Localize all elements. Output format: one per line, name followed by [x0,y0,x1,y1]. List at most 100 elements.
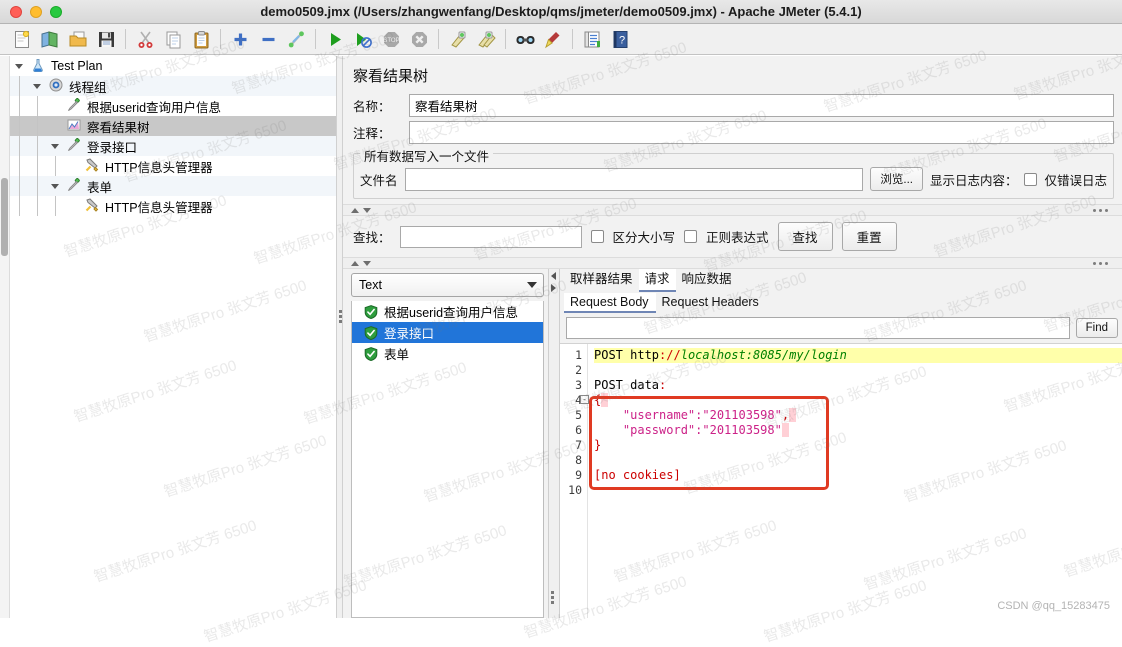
sampler-icon [64,138,84,154]
result-detail-splitter[interactable] [548,269,560,618]
tree-node[interactable]: 察看结果树 [10,116,336,136]
stop-icon[interactable]: STOP [377,26,405,52]
maximize-button[interactable] [50,5,62,18]
result-detail-splitter-grip[interactable] [550,591,555,604]
regex-checkbox[interactable] [684,230,698,243]
sample-result-item[interactable]: 表单 [352,343,543,364]
filename-input[interactable] [404,167,864,191]
cut-icon[interactable] [131,26,159,52]
tree-scrollbar[interactable] [0,56,10,618]
splitter-collapse-left-icon[interactable] [551,272,556,280]
tree-scrollbar-thumb[interactable] [1,178,8,256]
comment-input[interactable] [409,121,1114,144]
renderer-select[interactable]: Text [351,273,544,297]
code-line: "password":"201103598" [594,423,1122,438]
code-token [601,393,609,407]
browse-button[interactable]: 浏览... [870,167,923,191]
tree-node[interactable]: Test Plan [10,56,336,76]
templates-icon[interactable] [36,26,64,52]
detail-tabs[interactable]: 取样器结果 请求 响应数据 [560,265,1122,292]
save-icon[interactable] [92,26,120,52]
toggle-icon[interactable] [282,26,310,52]
sample-result-list[interactable]: 根据userid查询用户信息登录接口表单 [351,301,544,618]
collapse-arrows [343,207,371,213]
function-helper-icon[interactable] [578,26,606,52]
results-collapse-down-icon[interactable] [363,260,371,266]
request-subtabs[interactable]: Request Body Request Headers [560,292,1122,313]
results-collapse-up-icon[interactable] [351,260,359,266]
shutdown-icon[interactable] [405,26,433,52]
collapse-handle-dots[interactable] [1093,208,1108,212]
tree-expander[interactable] [10,63,28,69]
search-icon[interactable] [511,26,539,52]
tree-node-label: Test Plan [51,59,103,73]
reset-button[interactable]: 重置 [841,222,897,251]
regex-label: 正则表达式 [706,231,769,245]
expand-icon[interactable] [226,26,254,52]
close-button[interactable] [10,5,22,18]
tree-node[interactable]: HTTP信息头管理器 [10,196,336,216]
comment-row: 注释： [343,119,1122,146]
tree-expander[interactable] [28,83,46,89]
clear-icon[interactable] [444,26,472,52]
code-find-button[interactable]: Find [1075,318,1118,338]
clear-all-icon[interactable] [472,26,500,52]
request-subtab[interactable]: Request Headers [656,293,766,313]
tree-node[interactable]: 登录接口 [10,136,336,156]
new-icon[interactable] [8,26,36,52]
case-sensitive-checkbox[interactable] [590,230,604,243]
tree-node-label: 察看结果树 [87,120,150,135]
errors-only-checkbox[interactable] [1024,172,1038,186]
search-input[interactable] [399,225,582,248]
code-line: POST data: [594,378,1122,393]
detail-tab[interactable]: 响应数据 [676,265,738,292]
results-collapse-bar [343,257,1122,269]
collapse-icon[interactable] [254,26,282,52]
paste-icon[interactable] [187,26,215,52]
line-number: 6 [575,423,582,437]
code-fold-toggle-icon[interactable]: - [580,395,589,404]
sample-result-item[interactable]: 登录接口 [352,322,543,343]
code-line: POST http://localhost:8085/my/login [594,348,1122,363]
code-viewer[interactable]: 1 2 3 4 5 6 7 8 9 10 POST http://localhost:8085/m… [560,343,1122,618]
splitter-collapse-right-icon[interactable] [551,284,556,292]
request-body-code[interactable]: POST http://localhost:8085/my/login POST… [580,344,1122,618]
results-collapse-arrows [343,260,371,266]
tree-node[interactable]: 表单 [10,176,336,196]
test-plan-tree[interactable]: Test Plan 线程组 根据userid查询用户信息 察看结果树 登录接口 HTTP信… [10,56,336,618]
name-input[interactable] [409,94,1114,117]
copy-icon[interactable] [159,26,187,52]
line-number: 1 [575,348,582,362]
toolbar-separator [505,29,506,49]
code-token: "password":"201103598" [622,423,782,437]
start-no-pauses-icon[interactable] [349,26,377,52]
sample-result-label: 登录接口 [384,327,435,341]
results-collapse-handle-dots[interactable] [1093,261,1108,265]
minimize-button[interactable] [30,5,42,18]
code-find-input[interactable] [566,317,1070,339]
errors-only-label: 仅错误日志 [1044,173,1107,188]
detail-tab[interactable]: 取样器结果 [564,265,639,292]
tree-detail-splitter[interactable] [336,56,343,618]
tree-panel: Test Plan 线程组 根据userid查询用户信息 察看结果树 登录接口 HTTP信… [0,56,336,618]
detail-tab[interactable]: 请求 [638,265,676,292]
collapse-up-icon[interactable] [351,207,359,213]
sample-result-item[interactable]: 根据userid查询用户信息 [352,301,543,322]
tree-node[interactable]: HTTP信息头管理器 [10,156,336,176]
reset-search-icon[interactable] [539,26,567,52]
tree-indent [28,156,46,176]
open-icon[interactable] [64,26,92,52]
collapse-down-icon[interactable] [363,207,371,213]
code-token [781,423,790,437]
start-icon[interactable] [321,26,349,52]
tree-expander[interactable] [46,183,64,189]
tree-expander[interactable] [46,143,64,149]
request-subtab[interactable]: Request Body [564,293,656,313]
tree-indent [28,96,46,116]
find-button[interactable]: 查找 [777,222,833,251]
tree-node[interactable]: 根据userid查询用户信息 [10,96,336,116]
tree-node[interactable]: 线程组 [10,76,336,96]
help-icon[interactable]: ? [606,26,634,52]
